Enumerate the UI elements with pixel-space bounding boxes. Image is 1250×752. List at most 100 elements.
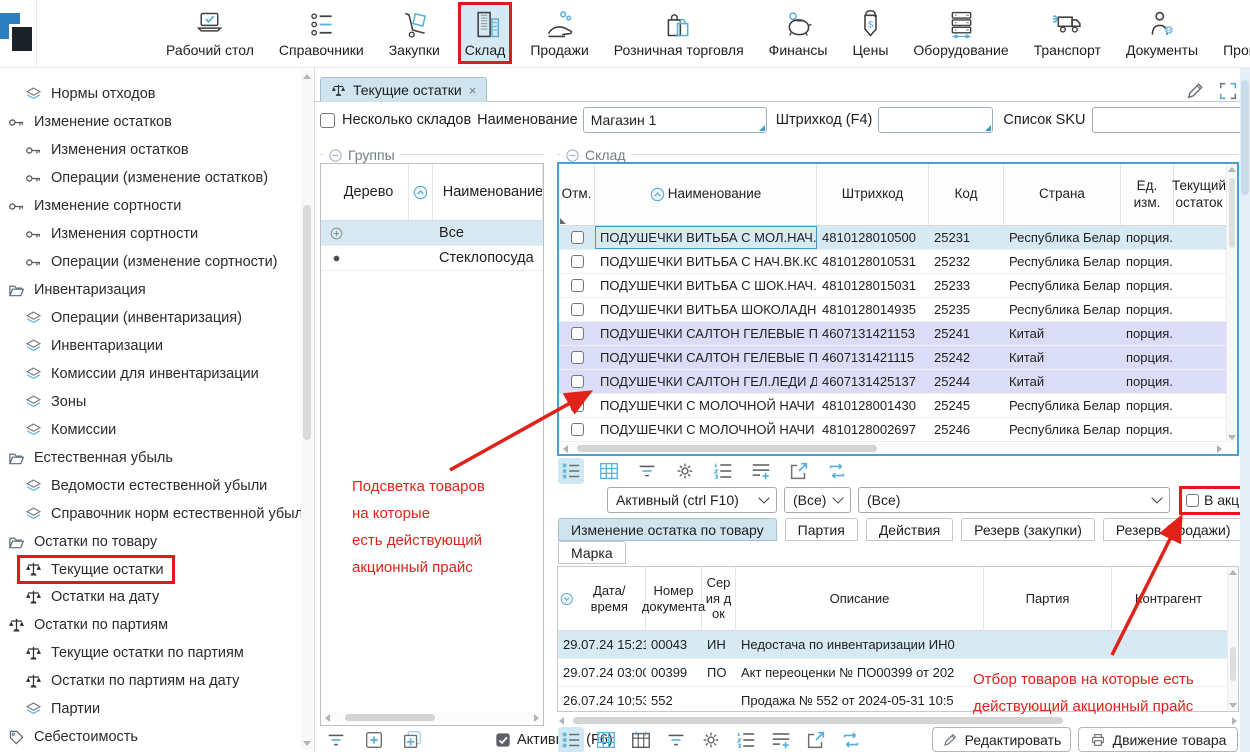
sku-list-select[interactable] (1092, 107, 1250, 133)
sidebar-item[interactable]: Естественная убыль (0, 444, 181, 472)
module-button[interactable]: Склад (458, 2, 513, 64)
row-checkbox[interactable] (571, 231, 584, 244)
toolbar-button[interactable] (748, 458, 774, 484)
toolbar-button[interactable] (558, 727, 584, 752)
window-scrollbar[interactable] (1240, 68, 1250, 752)
product-row[interactable]: ПОДУШЕЧКИ ВИТЬБА ШОКОЛАДН 4810128014935 … (559, 298, 1237, 322)
sidebar-item[interactable]: Изменения остатков (0, 136, 197, 164)
toolbar-button[interactable] (768, 727, 794, 752)
column-mark[interactable]: Отм. (559, 164, 595, 225)
toolbar-button[interactable] (672, 458, 698, 484)
sidebar-item[interactable]: Операции (изменение сортности) (0, 248, 286, 276)
sidebar-item[interactable]: Зоны (0, 388, 94, 416)
promo-checkbox[interactable] (1186, 494, 1199, 507)
product-row[interactable]: ПОДУШЕЧКИ С МОЛОЧНОЙ НАЧИ 4810128001430 … (559, 394, 1237, 418)
module-button[interactable]: Справочники (272, 2, 371, 64)
sidebar-item[interactable]: Изменение сортности (0, 192, 189, 220)
movements-vscrollbar[interactable] (1227, 567, 1238, 711)
collapse-icon[interactable] (328, 148, 343, 163)
product-row[interactable]: ПОДУШЕЧКИ САЛТОН ГЕЛЕВЫЕ ПО 460713142115… (559, 322, 1237, 346)
row-checkbox[interactable] (571, 399, 584, 412)
row-checkbox[interactable] (571, 351, 584, 364)
multi-warehouse-checkbox[interactable] (320, 113, 335, 128)
sidebar-item[interactable]: Себестоимость (0, 723, 146, 751)
column-tree[interactable]: Дерево (321, 164, 409, 220)
detail-tab[interactable]: Марка (558, 541, 626, 564)
toolbar-button[interactable] (710, 458, 736, 484)
module-button[interactable]: Продажи (523, 2, 595, 64)
column-unit[interactable]: Ед. изм. (1121, 164, 1174, 225)
toolbar-button[interactable] (399, 727, 425, 752)
scroll-thumb[interactable] (1241, 80, 1249, 195)
name-filter-input[interactable]: Магазин 1 (583, 107, 767, 133)
column-code[interactable]: Код (929, 164, 1004, 225)
module-button[interactable]: Производство (1216, 2, 1250, 64)
product-row[interactable]: ПОДУШЕЧКИ ВИТЬБА С НАЧ.ВК.КО 48101280105… (559, 250, 1237, 274)
column-batch[interactable]: Партия (984, 567, 1112, 630)
module-button[interactable]: Оборудование (906, 2, 1015, 64)
module-button[interactable]: Транспорт (1027, 2, 1108, 64)
sidebar-item[interactable]: Изменение остатков (0, 108, 180, 136)
module-button[interactable]: Цены (845, 2, 895, 64)
detail-tab[interactable]: Изменение остатка по товару (558, 518, 777, 541)
groups-hscrollbar[interactable] (323, 712, 541, 723)
module-button[interactable]: Документы (1119, 2, 1205, 64)
tab-current-stock[interactable]: Текущие остатки × (320, 77, 487, 102)
sidebar-item[interactable]: Партии (0, 695, 108, 723)
sidebar-item[interactable]: Остатки по партиям (0, 611, 176, 639)
sidebar-item[interactable]: Операции (изменение остатков) (0, 164, 276, 192)
sidebar-item[interactable]: Инвентаризации (0, 332, 171, 360)
sidebar-item[interactable]: Операции (инвентаризация) (0, 304, 250, 332)
toolbar-button[interactable] (634, 458, 660, 484)
column-name[interactable]: Наименование (433, 164, 543, 220)
detail-tab[interactable]: Резерв (продажи) (1103, 518, 1244, 541)
toolbar-button[interactable] (733, 727, 759, 752)
sidebar-item[interactable]: Нормы отходов (0, 80, 163, 108)
all-select-2[interactable]: (Все) (858, 487, 1170, 513)
maximize-icon[interactable] (1218, 81, 1238, 101)
row-checkbox[interactable] (571, 303, 584, 316)
sort-desc-icon[interactable] (560, 592, 574, 606)
product-row[interactable]: ПОДУШЕЧКИ ВИТЬБА С МОЛ.НАЧ. 481012801050… (559, 226, 1237, 250)
all-select-1[interactable]: (Все) (784, 487, 851, 513)
detail-tab[interactable]: Действия (866, 518, 953, 541)
module-button[interactable]: Розничная торговля (607, 2, 751, 64)
detail-tab[interactable]: Партия (785, 518, 858, 541)
scroll-down-icon[interactable] (303, 741, 311, 746)
row-checkbox[interactable] (571, 255, 584, 268)
toolbar-button[interactable] (824, 458, 850, 484)
row-checkbox[interactable] (571, 279, 584, 292)
toolbar-button[interactable] (628, 727, 654, 752)
module-button[interactable]: Закупки (382, 2, 447, 64)
group-row[interactable]: Стеклопосуда (321, 246, 543, 271)
column-series[interactable]: Серия док (702, 567, 736, 630)
sidebar-item[interactable]: Инвентаризация (0, 276, 154, 304)
toolbar-button[interactable] (323, 727, 349, 752)
edit-pencil-icon[interactable] (1185, 81, 1205, 101)
checked-checkbox-icon[interactable] (495, 732, 511, 748)
close-icon[interactable]: × (469, 83, 477, 98)
column-sort[interactable] (409, 164, 433, 220)
product-row[interactable]: ПОДУШЕЧКИ ВИТЬБА С ШОК.НАЧ. 481012801503… (559, 274, 1237, 298)
row-checkbox[interactable] (571, 375, 584, 388)
group-row[interactable]: Все (321, 221, 543, 246)
toolbar-button[interactable] (663, 727, 689, 752)
product-row[interactable]: ПОДУШЕЧКИ САЛТОН ГЕЛЕВЫЕ ПО 460713142111… (559, 346, 1237, 370)
sidebar-item[interactable]: Изменения сортности (0, 220, 206, 248)
toolbar-button[interactable] (803, 727, 829, 752)
product-row[interactable]: ПОДУШЕЧКИ С МОЛОЧНОЙ НАЧИ 4810128002697 … (559, 418, 1237, 442)
stock-vscrollbar[interactable] (1226, 164, 1237, 443)
sidebar-item[interactable]: Комиссии для инвентаризации (0, 360, 267, 388)
column-contractor[interactable]: Контрагент (1112, 567, 1225, 630)
sort-asc-icon[interactable] (413, 185, 428, 200)
edit-button[interactable]: Редактировать (932, 727, 1071, 752)
state-select[interactable]: Активный (ctrl F10) (607, 487, 777, 513)
app-logo[interactable] (0, 0, 37, 67)
sort-asc-icon[interactable] (650, 187, 665, 202)
row-checkbox[interactable] (571, 327, 584, 340)
toolbar-button[interactable] (593, 727, 619, 752)
module-button[interactable]: Рабочий стол (159, 2, 261, 64)
toolbar-button[interactable] (838, 727, 864, 752)
detail-tab[interactable]: Резерв (закупки) (961, 518, 1095, 541)
expand-plus-icon[interactable] (329, 226, 344, 241)
